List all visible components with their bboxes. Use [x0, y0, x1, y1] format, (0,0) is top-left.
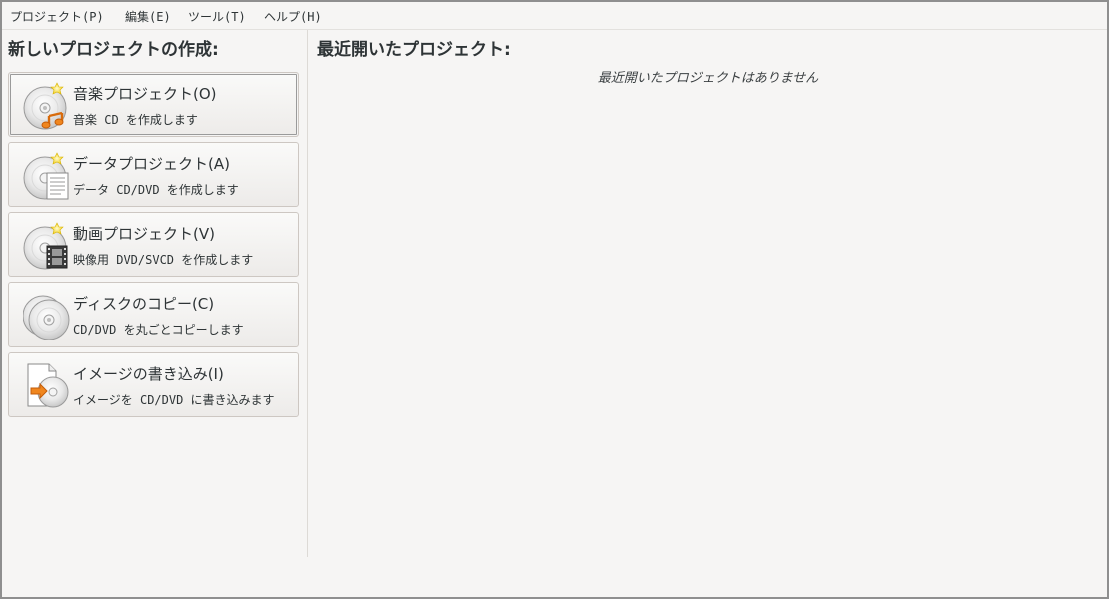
- disc-copy-subtitle: CD/DVD を丸ごとコピーします: [73, 323, 244, 337]
- menu-project[interactable]: プロジェクト(P): [10, 8, 104, 25]
- image-burn-icon: [23, 362, 71, 410]
- audio-disc-icon: [23, 82, 71, 130]
- new-project-heading: 新しいプロジェクトの作成:: [8, 40, 219, 60]
- audio-project-button[interactable]: 音楽プロジェクト(O) 音楽 CD を作成します: [8, 72, 299, 137]
- disc-copy-icon: [22, 292, 71, 341]
- data-project-subtitle: データ CD/DVD を作成します: [73, 183, 239, 197]
- recent-projects-empty-message: 最近開いたプロジェクトはありません: [597, 71, 819, 86]
- menubar: プロジェクト(P) 編集(E) ツール(T) ヘルプ(H): [2, 2, 1107, 30]
- video-project-button[interactable]: 動画プロジェクト(V) 映像用 DVD/SVCD を作成します: [8, 212, 299, 277]
- audio-project-subtitle: 音楽 CD を作成します: [73, 113, 198, 127]
- video-project-title: 動画プロジェクト(V): [73, 225, 215, 243]
- disc-copy-title: ディスクのコピー(C): [73, 295, 215, 313]
- audio-project-title: 音楽プロジェクト(O): [73, 85, 217, 103]
- recent-projects-heading: 最近開いたプロジェクト:: [317, 40, 511, 60]
- video-disc-icon: [23, 222, 71, 270]
- data-disc-icon: [23, 152, 71, 200]
- menu-tools[interactable]: ツール(T): [188, 8, 246, 25]
- brasero-window: プロジェクト(P) 編集(E) ツール(T) ヘルプ(H) 新しいプロジェクトの…: [0, 0, 1109, 599]
- disc-copy-button[interactable]: ディスクのコピー(C) CD/DVD を丸ごとコピーします: [8, 282, 299, 347]
- recent-projects-pane: 最近開いたプロジェクト: 最近開いたプロジェクトはありません: [309, 30, 1107, 557]
- menu-help[interactable]: ヘルプ(H): [264, 8, 322, 25]
- new-project-pane: 新しいプロジェクトの作成: 音楽プロジェクト(O) 音楽 CD を作成します デ…: [2, 30, 308, 557]
- data-project-title: データプロジェクト(A): [73, 155, 230, 173]
- image-burn-title: イメージの書き込み(I): [73, 365, 224, 383]
- data-project-button[interactable]: データプロジェクト(A) データ CD/DVD を作成します: [8, 142, 299, 207]
- image-burn-subtitle: イメージを CD/DVD に書き込みます: [73, 393, 275, 407]
- video-project-subtitle: 映像用 DVD/SVCD を作成します: [73, 253, 254, 267]
- image-burn-button[interactable]: イメージの書き込み(I) イメージを CD/DVD に書き込みます: [8, 352, 299, 417]
- menu-edit[interactable]: 編集(E): [125, 8, 171, 25]
